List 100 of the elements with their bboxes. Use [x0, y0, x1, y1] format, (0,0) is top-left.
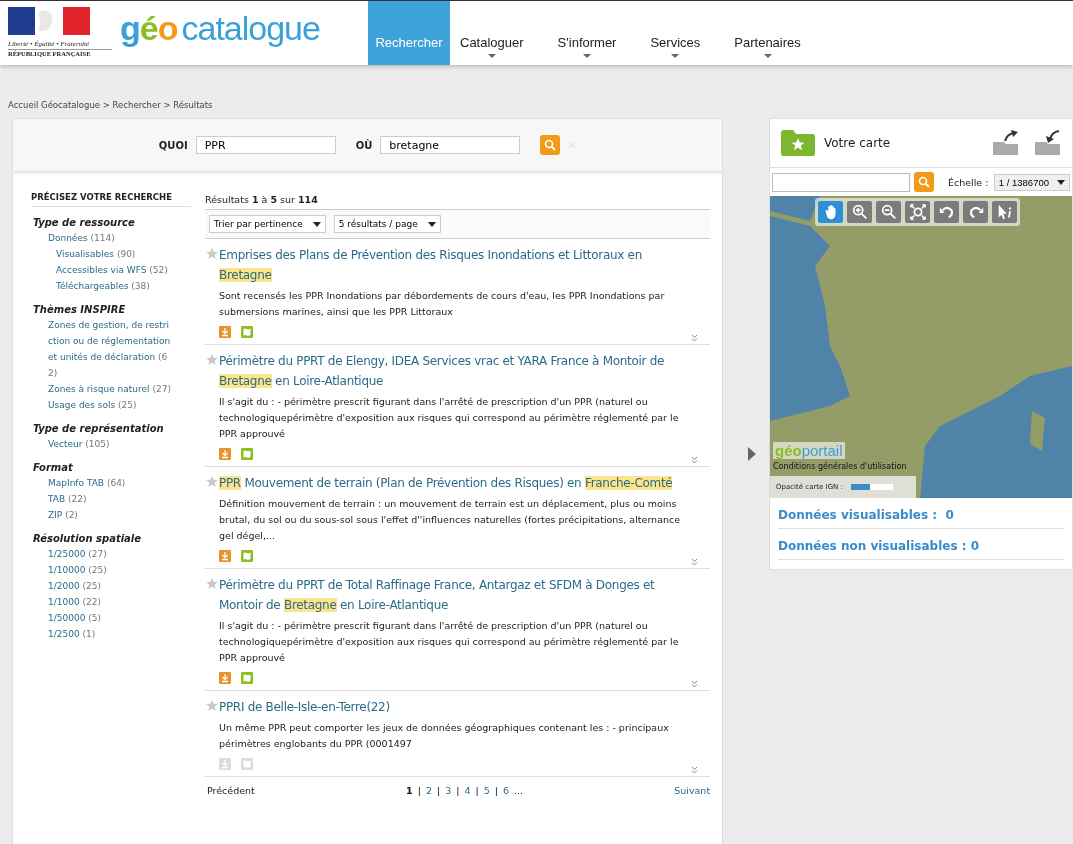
facet-link[interactable]: Zones de gestion, de restriction ou de réglementation et unités de déclaration (62)	[48, 317, 173, 381]
folder-star-icon	[780, 129, 816, 157]
facet-link[interactable]: ZIP (2)	[48, 507, 173, 523]
download-icon[interactable]	[219, 550, 231, 562]
facet-link[interactable]: 1/2500 (1)	[48, 626, 173, 642]
map-provider-logo: géoportail	[773, 442, 845, 459]
next-link[interactable]: Suivant	[674, 785, 711, 796]
star-icon[interactable]	[205, 247, 219, 260]
page-link[interactable]: 3	[445, 785, 452, 796]
facet-group-title: Résolution spatiale	[33, 533, 143, 544]
facet-link[interactable]: MapInfo TAB (64)	[48, 475, 173, 491]
hidden-data-count[interactable]: Données non visualisables : 0	[778, 529, 1064, 560]
nav-tab[interactable]: S'informer	[547, 1, 627, 65]
map-icon[interactable]	[241, 448, 253, 460]
star-icon[interactable]	[205, 699, 219, 712]
result-title-link[interactable]: PPR Mouvement de terrain (Plan de Prévention des Risques) en Franche-Comté	[219, 473, 697, 493]
expand-icon[interactable]	[691, 766, 699, 774]
breadcrumb: Accueil Géocatalogue > Rechercher > Résultats	[8, 100, 214, 112]
facet-link[interactable]: Vecteur (105)	[48, 436, 173, 452]
facet-link[interactable]: Téléchargeables (38)	[56, 278, 181, 294]
result-title-link[interactable]: Périmètre du PPRT de Elengy, IDEA Services vrac et YARA France à Montoir de Bretagne en Loire-Atlantique	[219, 351, 697, 391]
folder-export-icon[interactable]	[992, 130, 1020, 156]
page-link[interactable]: 1	[406, 785, 413, 796]
folder-import-icon[interactable]	[1034, 130, 1062, 156]
terms-link[interactable]: Conditions générales d'utilisation	[773, 462, 907, 471]
download-icon[interactable]	[219, 758, 231, 770]
result-description: Sont recensés les PPR Inondations par débordements de cours d'eau, les PPR Inondations par submersions marines, ainsi que les PPR Littoraux	[219, 289, 666, 319]
where-label: OÙ	[355, 139, 373, 151]
page-separator: |	[494, 785, 498, 796]
zoom-out-icon[interactable]	[876, 201, 901, 223]
expand-icon[interactable]	[691, 456, 699, 464]
nav-tab[interactable]: Cataloguer	[450, 1, 534, 65]
collapse-arrow-icon[interactable]	[748, 447, 756, 461]
result-title-link[interactable]: Emprises des Plans de Prévention des Risques Inondations et Littoraux en Bretagne	[219, 245, 697, 285]
facet-link[interactable]: 1/2000 (25)	[48, 578, 173, 594]
page-separator: |	[456, 785, 460, 796]
where-field[interactable]: bretagne	[380, 136, 521, 154]
what-label: QUOI	[158, 139, 188, 151]
star-icon[interactable]	[205, 577, 219, 590]
result-title-link[interactable]: Périmètre du PPRT de Total Raffinage France, Antargaz et SFDM à Donges et Montoir de Bretagne en Loire-Atlantique	[219, 575, 697, 615]
undo-icon[interactable]	[934, 201, 959, 223]
full-extent-icon[interactable]	[905, 201, 930, 223]
what-field[interactable]: PPR	[195, 136, 336, 154]
facet-group-title: Format	[33, 462, 74, 473]
redo-icon[interactable]	[963, 201, 988, 223]
map-panel-title: Votre carte	[824, 136, 892, 150]
page-separator: |	[417, 785, 421, 796]
info-pointer-icon[interactable]	[992, 201, 1017, 223]
facets-title: PRÉCISEZ VOTRE RECHERCHE	[31, 192, 191, 207]
map-icon[interactable]	[241, 672, 253, 684]
result-title-link[interactable]: PPRI de Belle-Isle-en-Terre(22)	[219, 697, 697, 717]
scale-label: Échelle :	[948, 176, 989, 188]
result-description: Définition mouvement de terrain : un mouvement de terrain est un déplacement, plus ou moins brutal, du sol ou du sous-sol sous l'effet d''influences naturelles (fortes précipitations, alternance gel dégel,...	[219, 497, 682, 543]
map-search-field[interactable]	[772, 172, 910, 192]
star-icon[interactable]	[205, 353, 219, 366]
facet-link[interactable]: Visualisables (90)	[56, 246, 181, 262]
page-separator: |	[475, 785, 479, 796]
result-description: Un même PPR peut comporter les jeux de données géographiques contenant les : - principaux périmètres englobants du PPR (0001497	[219, 721, 670, 751]
expand-icon[interactable]	[691, 558, 699, 566]
map-icon[interactable]	[241, 550, 253, 562]
previous-link[interactable]: Précédent	[207, 785, 255, 796]
expand-icon[interactable]	[691, 334, 699, 342]
page-link[interactable]: 2	[425, 785, 432, 796]
facet-group-title: Type de représentation	[33, 423, 165, 434]
download-icon[interactable]	[219, 326, 231, 338]
page-separator: |	[436, 785, 441, 796]
scale-dropdown[interactable]: 1 / 1386700	[993, 173, 1070, 191]
map-search-button[interactable]	[914, 172, 934, 192]
facet-link[interactable]: TAB (22)	[48, 491, 173, 507]
download-icon[interactable]	[219, 448, 231, 460]
nav-tab[interactable]: Partenaires	[724, 1, 811, 65]
nav-tab[interactable]: Services	[640, 1, 711, 65]
facet-group-title: Type de ressource	[33, 217, 136, 228]
map-icon[interactable]	[241, 758, 253, 770]
zoom-in-icon[interactable]	[847, 201, 872, 223]
map-drawing[interactable]	[770, 196, 1072, 498]
pagination-ellipsis: ...	[513, 785, 523, 796]
facet-group-title: Thèmes INSPIRE	[33, 304, 127, 315]
sort-dropdown[interactable]: Trier par pertinence	[209, 215, 326, 233]
page-link[interactable]: 4	[464, 785, 471, 796]
page-link[interactable]: 5	[483, 785, 490, 796]
facet-link[interactable]: Usage des sols (25)	[48, 397, 173, 413]
result-description: Il s'agit du : - périmètre prescrit figurant dans l'arrêté de prescription d'un PPR (naturel ou technologiquepérimètre d'exposition aux risques qui correspond au périmètre réglementé par le PPR approuvé	[219, 619, 680, 665]
map-icon[interactable]	[241, 326, 253, 338]
star-icon[interactable]	[205, 475, 219, 488]
visible-data-count[interactable]: Données visualisables : 0	[778, 498, 1064, 529]
facet-link[interactable]: 1/50000 (5)	[48, 610, 173, 626]
expand-icon[interactable]	[691, 680, 699, 688]
page-size-dropdown[interactable]: 5 résultats / page	[333, 215, 441, 233]
hand-icon[interactable]	[818, 201, 843, 223]
facet-link[interactable]: Données (114)	[48, 230, 173, 246]
facet-link[interactable]: 1/25000 (27)	[48, 546, 173, 562]
facet-link[interactable]: Accessibles via WFS (52)	[56, 262, 181, 278]
page-link[interactable]: 6	[502, 785, 509, 796]
opacity-slider[interactable]	[850, 484, 893, 490]
facet-link[interactable]: 1/1000 (22)	[48, 594, 173, 610]
facet-link[interactable]: Zones à risque naturel (27)	[48, 381, 173, 397]
download-icon[interactable]	[219, 672, 231, 684]
facet-link[interactable]: 1/10000 (25)	[48, 562, 173, 578]
search-button[interactable]	[540, 135, 561, 155]
